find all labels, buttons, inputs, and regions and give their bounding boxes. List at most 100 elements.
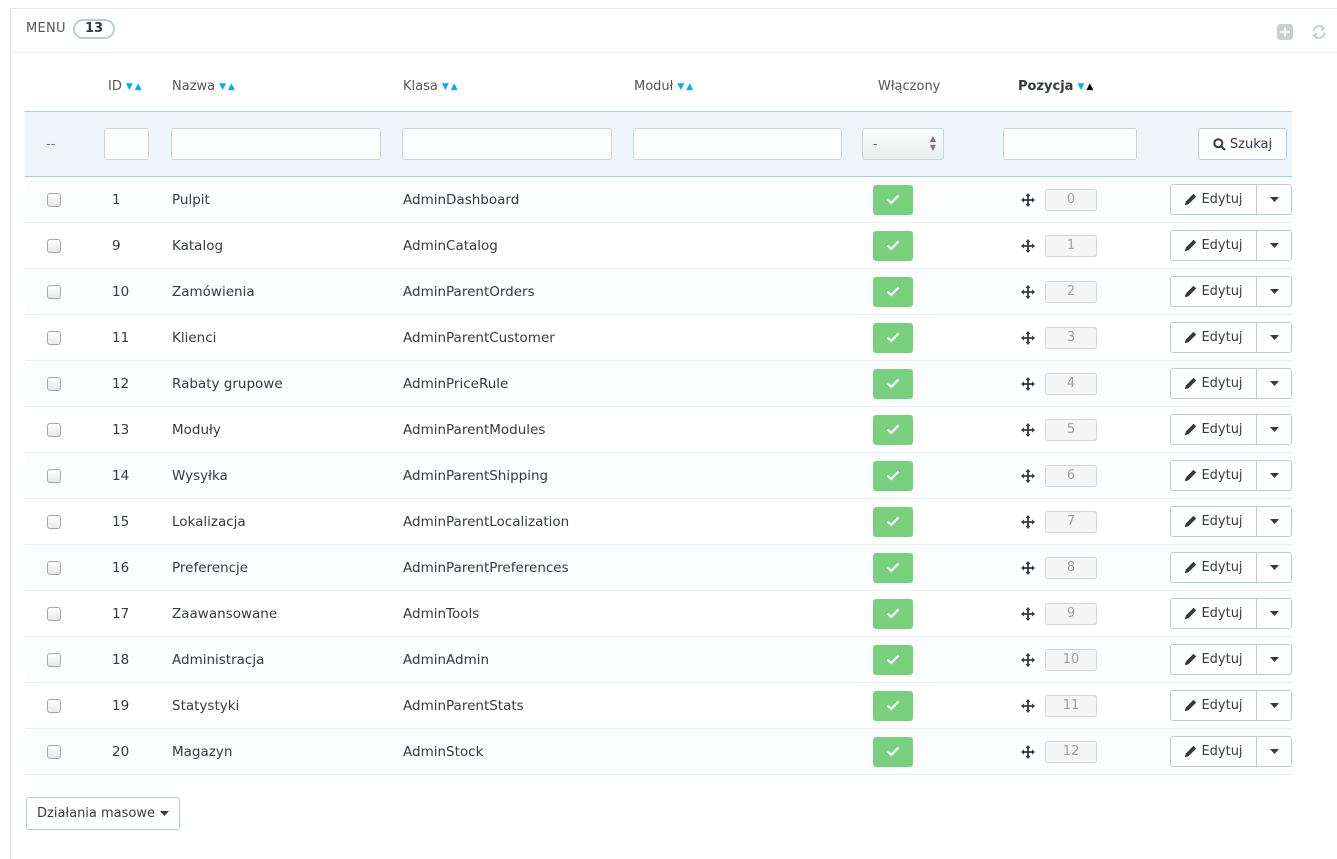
drag-move-icon[interactable] bbox=[1021, 422, 1035, 437]
row-id: 9 bbox=[97, 222, 163, 269]
edit-button[interactable]: Edytuj bbox=[1171, 737, 1257, 766]
drag-move-icon[interactable] bbox=[1021, 192, 1035, 207]
enabled-toggle[interactable] bbox=[873, 552, 913, 583]
sort-arrows-class[interactable]: ▼▲ bbox=[442, 82, 460, 92]
row-checkbox[interactable] bbox=[47, 422, 61, 437]
drag-move-icon[interactable] bbox=[1021, 698, 1035, 713]
edit-button[interactable]: Edytuj bbox=[1171, 599, 1257, 628]
row-dropdown-toggle[interactable] bbox=[1257, 323, 1291, 352]
edit-button[interactable]: Edytuj bbox=[1171, 231, 1257, 260]
sort-arrows-name[interactable]: ▼▲ bbox=[219, 82, 237, 92]
row-action-group: Edytuj bbox=[1170, 460, 1292, 491]
row-checkbox[interactable] bbox=[47, 698, 61, 713]
row-position-cell: 3 bbox=[994, 314, 1154, 361]
row-dropdown-toggle[interactable] bbox=[1257, 507, 1291, 536]
row-dropdown-toggle[interactable] bbox=[1257, 369, 1291, 398]
filter-enabled-select[interactable]: - ▲ ▼ bbox=[862, 128, 944, 160]
row-checkbox[interactable] bbox=[47, 192, 61, 207]
filter-class-input[interactable] bbox=[402, 128, 612, 160]
row-dropdown-toggle[interactable] bbox=[1257, 553, 1291, 582]
enabled-toggle[interactable] bbox=[873, 506, 913, 537]
edit-button[interactable]: Edytuj bbox=[1171, 645, 1257, 674]
row-dropdown-toggle[interactable] bbox=[1257, 415, 1291, 444]
enabled-toggle[interactable] bbox=[873, 736, 913, 767]
sort-arrows-module[interactable]: ▼▲ bbox=[677, 82, 695, 92]
enabled-toggle[interactable] bbox=[873, 368, 913, 399]
row-name: Moduły bbox=[163, 406, 393, 453]
edit-button-label: Edytuj bbox=[1201, 284, 1243, 299]
edit-button[interactable]: Edytuj bbox=[1171, 553, 1257, 582]
row-enabled-cell bbox=[854, 452, 994, 499]
drag-move-icon[interactable] bbox=[1021, 330, 1035, 345]
row-class: AdminCatalog bbox=[393, 222, 624, 269]
row-checkbox[interactable] bbox=[47, 514, 61, 529]
row-checkbox-cell bbox=[25, 268, 97, 315]
drag-move-icon[interactable] bbox=[1021, 514, 1035, 529]
row-checkbox[interactable] bbox=[47, 606, 61, 621]
header-position: Pozycja ▼▲ bbox=[994, 62, 1154, 112]
filter-id-input[interactable] bbox=[104, 128, 149, 160]
edit-button[interactable]: Edytuj bbox=[1171, 691, 1257, 720]
row-dropdown-toggle[interactable] bbox=[1257, 277, 1291, 306]
row-checkbox[interactable] bbox=[47, 376, 61, 391]
enabled-toggle[interactable] bbox=[873, 184, 913, 215]
row-module bbox=[624, 360, 854, 407]
refresh-icon[interactable] bbox=[1309, 22, 1329, 42]
edit-button[interactable]: Edytuj bbox=[1171, 461, 1257, 490]
row-checkbox[interactable] bbox=[47, 652, 61, 667]
row-class: AdminParentPreferences bbox=[393, 544, 624, 591]
row-dropdown-toggle[interactable] bbox=[1257, 737, 1291, 766]
row-dropdown-toggle[interactable] bbox=[1257, 599, 1291, 628]
row-dropdown-toggle[interactable] bbox=[1257, 645, 1291, 674]
edit-button[interactable]: Edytuj bbox=[1171, 277, 1257, 306]
sort-arrows-id[interactable]: ▼▲ bbox=[126, 82, 144, 92]
enabled-toggle[interactable] bbox=[873, 598, 913, 629]
table-row: 18 Administracja AdminAdmin 10 Edytuj bbox=[25, 636, 1292, 683]
edit-button-label: Edytuj bbox=[1201, 560, 1243, 575]
drag-move-icon[interactable] bbox=[1021, 560, 1035, 575]
enabled-toggle[interactable] bbox=[873, 460, 913, 491]
header-module: Moduł ▼▲ bbox=[624, 62, 854, 112]
sort-arrows-position[interactable]: ▼▲ bbox=[1077, 82, 1095, 92]
row-dropdown-toggle[interactable] bbox=[1257, 691, 1291, 720]
drag-move-icon[interactable] bbox=[1021, 468, 1035, 483]
enabled-toggle[interactable] bbox=[873, 690, 913, 721]
row-class: AdminParentOrders bbox=[393, 268, 624, 315]
drag-move-icon[interactable] bbox=[1021, 744, 1035, 759]
edit-button[interactable]: Edytuj bbox=[1171, 369, 1257, 398]
checkmark-icon bbox=[886, 286, 900, 297]
drag-move-icon[interactable] bbox=[1021, 376, 1035, 391]
bulk-actions-button[interactable]: Działania masowe bbox=[26, 797, 181, 830]
enabled-toggle[interactable] bbox=[873, 644, 913, 675]
edit-button[interactable]: Edytuj bbox=[1171, 415, 1257, 444]
row-checkbox[interactable] bbox=[47, 468, 61, 483]
filter-name-input[interactable] bbox=[171, 128, 381, 160]
checkmark-icon bbox=[886, 654, 900, 665]
search-button[interactable]: Szukaj bbox=[1198, 128, 1287, 160]
edit-button[interactable]: Edytuj bbox=[1171, 185, 1257, 214]
enabled-toggle[interactable] bbox=[873, 230, 913, 261]
filter-module-input[interactable] bbox=[633, 128, 842, 160]
filter-module-cell bbox=[624, 111, 854, 177]
drag-move-icon[interactable] bbox=[1021, 652, 1035, 667]
row-dropdown-toggle[interactable] bbox=[1257, 185, 1291, 214]
enabled-toggle[interactable] bbox=[873, 276, 913, 307]
filter-position-input[interactable] bbox=[1003, 128, 1137, 160]
edit-button[interactable]: Edytuj bbox=[1171, 507, 1257, 536]
row-checkbox[interactable] bbox=[47, 238, 61, 253]
row-checkbox[interactable] bbox=[47, 560, 61, 575]
panel-heading: MENU 13 bbox=[11, 9, 1337, 53]
row-dropdown-toggle[interactable] bbox=[1257, 231, 1291, 260]
edit-button[interactable]: Edytuj bbox=[1171, 323, 1257, 352]
row-checkbox[interactable] bbox=[47, 284, 61, 299]
drag-move-icon[interactable] bbox=[1021, 606, 1035, 621]
add-icon[interactable] bbox=[1275, 22, 1295, 42]
enabled-toggle[interactable] bbox=[873, 322, 913, 353]
row-dropdown-toggle[interactable] bbox=[1257, 461, 1291, 490]
row-checkbox[interactable] bbox=[47, 744, 61, 759]
drag-move-icon[interactable] bbox=[1021, 284, 1035, 299]
drag-move-icon[interactable] bbox=[1021, 238, 1035, 253]
enabled-toggle[interactable] bbox=[873, 414, 913, 445]
row-action-group: Edytuj bbox=[1170, 184, 1292, 215]
row-checkbox[interactable] bbox=[47, 330, 61, 345]
